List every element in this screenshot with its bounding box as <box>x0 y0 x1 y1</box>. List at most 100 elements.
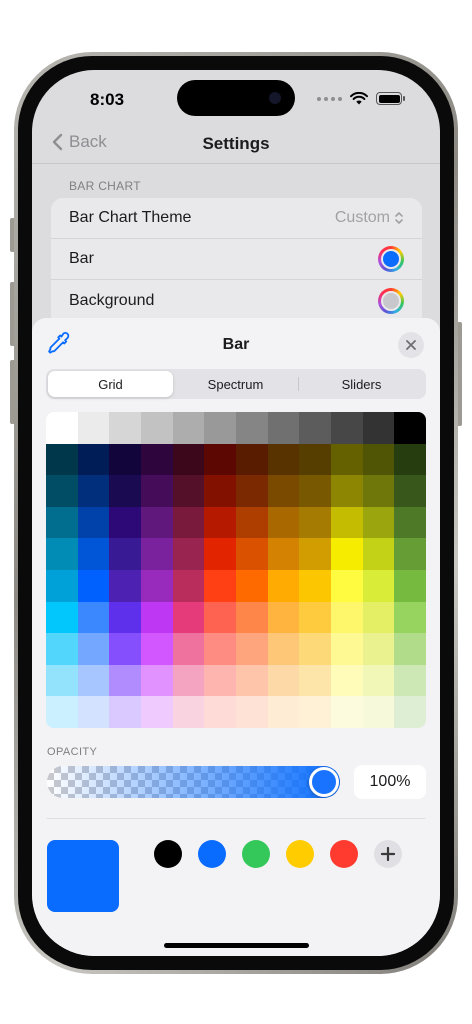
color-grid-cell[interactable] <box>330 412 363 444</box>
row-bar-chart-theme[interactable]: Bar Chart Theme Custom <box>51 198 422 239</box>
color-grid-cell[interactable] <box>172 601 205 634</box>
color-grid-cell[interactable] <box>299 570 331 602</box>
color-grid-cell[interactable] <box>140 538 173 570</box>
color-grid-cell[interactable] <box>172 475 205 507</box>
color-grid-cell[interactable] <box>46 664 78 697</box>
tab-sliders[interactable]: Sliders <box>299 371 424 397</box>
color-grid-cell[interactable] <box>204 664 236 697</box>
color-grid-cell[interactable] <box>235 412 268 444</box>
color-grid-cell[interactable] <box>109 412 141 444</box>
color-grid-cell[interactable] <box>235 601 268 634</box>
color-grid-cell[interactable] <box>235 696 268 728</box>
opacity-slider-thumb[interactable] <box>309 767 339 797</box>
color-grid-cell[interactable] <box>267 538 300 570</box>
color-grid-cell[interactable] <box>267 506 300 539</box>
color-grid-cell[interactable] <box>140 475 173 507</box>
color-grid-cell[interactable] <box>330 664 363 697</box>
color-grid-cell[interactable] <box>299 633 331 665</box>
color-grid-cell[interactable] <box>330 633 363 665</box>
color-grid-cell[interactable] <box>362 538 395 570</box>
saved-color-swatch[interactable] <box>242 840 270 868</box>
color-well-bar[interactable] <box>378 246 404 272</box>
color-grid-cell[interactable] <box>267 633 300 665</box>
color-grid-cell[interactable] <box>109 696 141 728</box>
color-grid-cell[interactable] <box>140 570 173 602</box>
color-grid-cell[interactable] <box>394 538 426 570</box>
color-grid-cell[interactable] <box>394 696 426 728</box>
color-grid-cell[interactable] <box>77 570 110 602</box>
color-grid-cell[interactable] <box>204 633 236 665</box>
color-grid-cell[interactable] <box>172 538 205 570</box>
color-grid-cell[interactable] <box>204 538 236 570</box>
color-grid-cell[interactable] <box>172 664 205 697</box>
color-grid-cell[interactable] <box>330 506 363 539</box>
color-grid-cell[interactable] <box>46 601 78 634</box>
color-grid-cell[interactable] <box>362 570 395 602</box>
color-grid-cell[interactable] <box>77 443 110 476</box>
color-grid-cell[interactable] <box>330 601 363 634</box>
color-grid-cell[interactable] <box>109 601 141 634</box>
saved-color-swatch[interactable] <box>286 840 314 868</box>
color-grid-cell[interactable] <box>330 443 363 476</box>
color-grid-cell[interactable] <box>204 506 236 539</box>
color-grid-cell[interactable] <box>204 570 236 602</box>
color-grid-cell[interactable] <box>172 412 205 444</box>
color-grid-cell[interactable] <box>330 570 363 602</box>
color-grid-cell[interactable] <box>172 570 205 602</box>
color-grid-cell[interactable] <box>204 475 236 507</box>
color-grid-cell[interactable] <box>362 506 395 539</box>
color-grid-cell[interactable] <box>299 475 331 507</box>
color-grid-cell[interactable] <box>362 633 395 665</box>
color-grid-cell[interactable] <box>46 412 78 444</box>
color-grid-cell[interactable] <box>46 443 78 476</box>
color-grid-cell[interactable] <box>46 633 78 665</box>
color-grid-cell[interactable] <box>235 538 268 570</box>
color-grid-cell[interactable] <box>362 664 395 697</box>
color-grid-cell[interactable] <box>172 696 205 728</box>
color-grid-cell[interactable] <box>394 412 426 444</box>
color-grid-cell[interactable] <box>299 664 331 697</box>
color-grid-cell[interactable] <box>46 570 78 602</box>
color-grid-cell[interactable] <box>172 443 205 476</box>
color-grid-cell[interactable] <box>394 633 426 665</box>
color-grid-cell[interactable] <box>109 475 141 507</box>
color-grid-cell[interactable] <box>109 538 141 570</box>
color-grid-cell[interactable] <box>140 506 173 539</box>
color-grid-cell[interactable] <box>204 412 236 444</box>
color-grid-cell[interactable] <box>77 696 110 728</box>
color-grid-cell[interactable] <box>235 506 268 539</box>
color-grid-cell[interactable] <box>77 475 110 507</box>
color-grid-cell[interactable] <box>77 664 110 697</box>
color-grid-cell[interactable] <box>46 506 78 539</box>
color-grid-cell[interactable] <box>235 475 268 507</box>
color-grid-cell[interactable] <box>77 633 110 665</box>
color-grid-cell[interactable] <box>267 664 300 697</box>
color-grid-cell[interactable] <box>394 570 426 602</box>
color-grid-cell[interactable] <box>109 570 141 602</box>
color-grid-cell[interactable] <box>394 601 426 634</box>
color-grid-cell[interactable] <box>140 696 173 728</box>
color-grid-cell[interactable] <box>235 633 268 665</box>
color-grid-cell[interactable] <box>77 538 110 570</box>
color-grid-cell[interactable] <box>394 475 426 507</box>
color-grid-cell[interactable] <box>299 538 331 570</box>
color-grid-cell[interactable] <box>140 412 173 444</box>
color-grid-cell[interactable] <box>235 570 268 602</box>
color-grid-cell[interactable] <box>267 443 300 476</box>
color-well-background[interactable] <box>378 287 404 314</box>
color-grid-cell[interactable] <box>362 412 395 444</box>
color-grid-cell[interactable] <box>394 443 426 476</box>
color-grid-cell[interactable] <box>140 601 173 634</box>
row-bar-color[interactable]: Bar <box>51 239 422 280</box>
color-grid-cell[interactable] <box>362 443 395 476</box>
color-grid-cell[interactable] <box>267 570 300 602</box>
tab-grid[interactable]: Grid <box>48 371 173 397</box>
color-grid-cell[interactable] <box>109 664 141 697</box>
color-grid-cell[interactable] <box>77 506 110 539</box>
color-grid-cell[interactable] <box>140 633 173 665</box>
color-grid-cell[interactable] <box>299 506 331 539</box>
color-grid-cell[interactable] <box>330 696 363 728</box>
color-grid-cell[interactable] <box>267 696 300 728</box>
color-grid-cell[interactable] <box>46 538 78 570</box>
color-grid-cell[interactable] <box>172 506 205 539</box>
